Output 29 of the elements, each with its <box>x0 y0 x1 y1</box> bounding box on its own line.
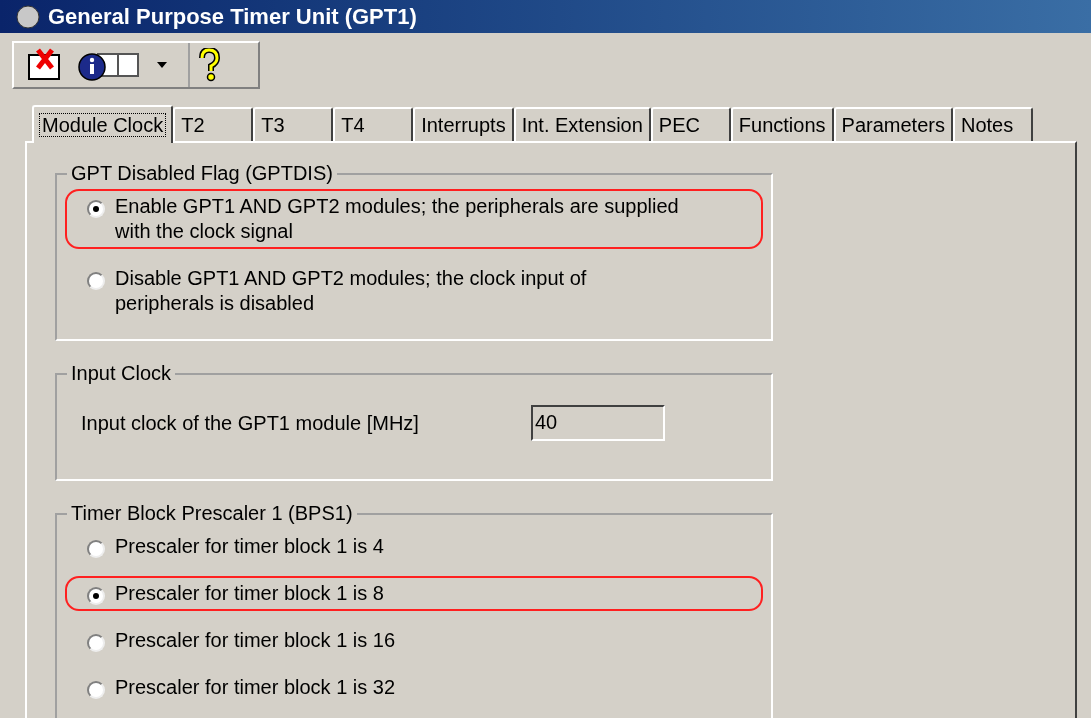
option-label: Prescaler for timer block 1 is 8 <box>115 581 384 606</box>
help-icon <box>198 48 220 82</box>
option-label: Disable GPT1 AND GPT2 modules; the clock input of peripherals is disabled <box>115 266 588 316</box>
avatar-icon <box>16 4 40 29</box>
radio-button[interactable] <box>87 634 105 652</box>
tab[interactable]: Interrupts <box>413 107 514 141</box>
option-label: Enable GPT1 AND GPT2 modules; the peripherals are supplied with the clock signal <box>115 194 680 244</box>
radio-button[interactable] <box>87 540 105 558</box>
tab[interactable]: Module Clock <box>32 105 174 143</box>
tab[interactable]: T2 <box>173 107 254 141</box>
window-title: General Purpose Timer Unit (GPT1) <box>48 3 417 31</box>
option-label: Prescaler for timer block 1 is 16 <box>115 628 396 653</box>
radio-button[interactable] <box>87 681 105 699</box>
radio-button[interactable] <box>87 272 105 290</box>
radio-button[interactable] <box>87 200 105 218</box>
tab[interactable]: Notes <box>952 107 1033 141</box>
option-label: Prescaler for timer block 1 is 32 <box>115 675 396 700</box>
tab[interactable]: PEC <box>650 107 731 141</box>
tab[interactable]: Parameters <box>833 107 953 141</box>
caret-icon <box>157 62 167 68</box>
tab[interactable]: Int. Extension <box>513 107 651 141</box>
field-label: Input clock of the GPT1 module [MHz] <box>81 411 420 436</box>
option-label: Prescaler for timer block 1 is 4 <box>115 534 384 559</box>
tab[interactable]: T3 <box>253 107 334 141</box>
input-field[interactable]: 40 <box>531 405 665 441</box>
tab[interactable]: Functions <box>730 107 834 141</box>
close-icon <box>26 48 62 82</box>
tab[interactable]: T4 <box>333 107 414 141</box>
radio-button[interactable] <box>87 587 105 605</box>
